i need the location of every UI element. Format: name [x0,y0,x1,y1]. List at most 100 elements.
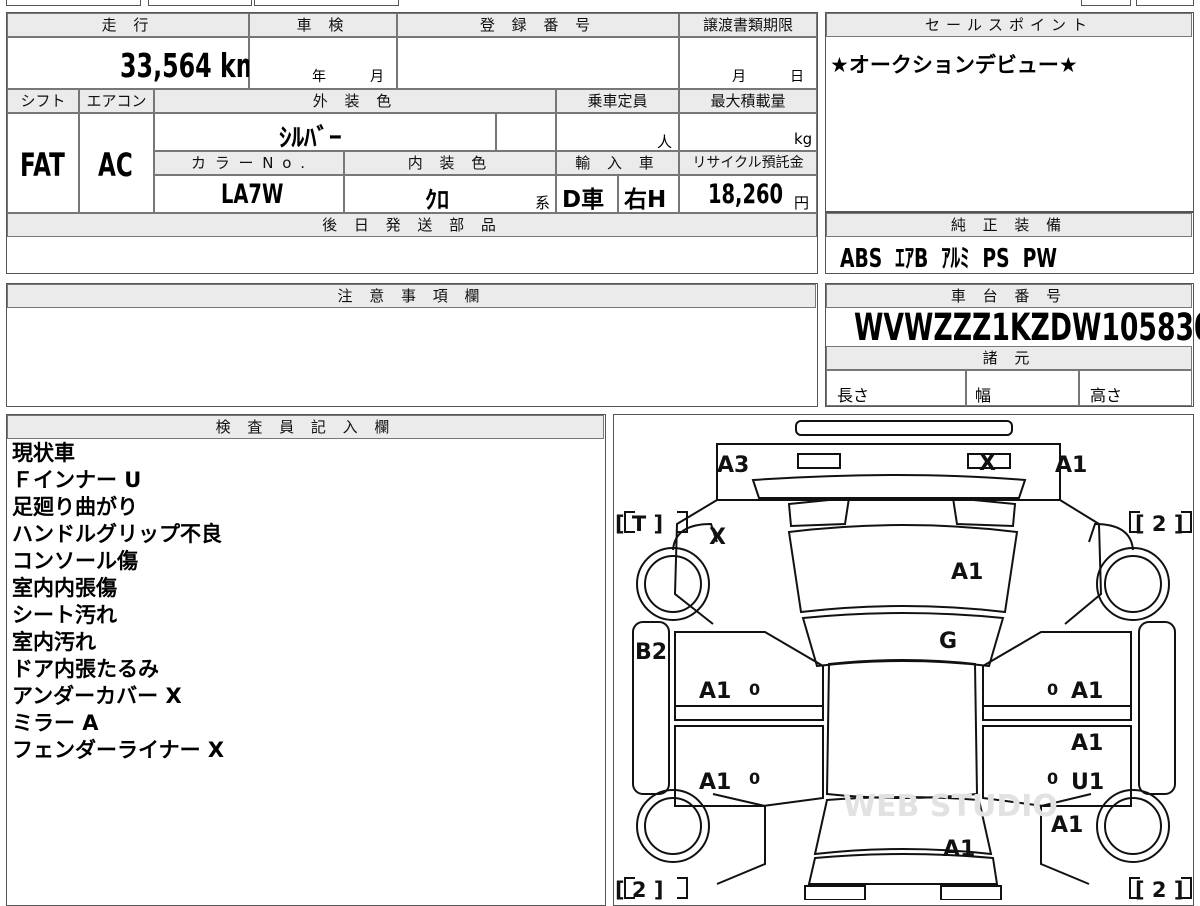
recycle-unit: 円 [794,194,810,212]
max-load-cell: kg [679,113,817,151]
windshield-shape [801,612,1005,668]
recycle-value: 18,260 [708,179,784,210]
capacity-cell: 人 [556,113,679,151]
right-front-door-mark: A1 [1071,679,1103,704]
height-label: 高さ [1090,386,1123,405]
right-sill-shape [1138,621,1176,795]
top-strip [6,0,1194,7]
shaken-label: 車 検 [249,13,397,37]
chassis-block: 車 台 番 号 WVWZZZ1KZDW105830 諸 元 長さ 幅 高さ [825,283,1200,407]
interior-color-cell: ｸﾛ 系 [344,175,556,214]
note-line: 足廻り曲がり [12,495,138,519]
right-rear-door-u-mark: U1 [1071,770,1104,795]
ac-cell: AC [79,113,154,213]
import-value: D車 [562,187,605,213]
hood-mark: A1 [951,560,983,585]
sales-point-text: ★オークションデビュー★ [830,53,1078,77]
interior-color-label: 内 装 色 [344,151,556,175]
shift-value: FAT [20,146,65,184]
shaken-year: 年 [312,69,326,85]
front-panel-shape [716,443,1061,501]
equipment-block: 純 正 装 備 ABS ｴｱB ｱﾙﾐ PS PW [825,212,1194,274]
exterior-color-value: ｼﾙﾊﾞｰ [279,123,342,152]
recycle-label: リサイクル預託金 [679,151,817,175]
front-left-mark: A3 [717,453,749,478]
car-diagram: A3 X A1 [ T ] [ 2 ] [ 2 ] [ 2 ] X A1 G B… [615,420,1192,900]
left-side-mark: B2 [635,640,667,665]
left-rear-door-mark: A1 [699,770,731,795]
shift-label: シフト [7,89,79,113]
handle-value: 右H [624,187,667,213]
tire-rear-right-mark: [ 2 ] [1135,878,1183,900]
sales-point-label: セールスポイント [826,13,1192,37]
ac-value: AC [98,146,133,184]
equipment-items: ABS ｴｱB ｱﾙﾐ PS PW [840,244,1058,274]
left-fender-mark: X [709,525,726,550]
front-left-light [797,453,841,469]
mileage-cell: 33,564 km [7,37,261,89]
deadline-day: 日 [790,69,804,85]
interior-color-value: ｸﾛ [425,186,449,214]
exterior-color-cell: ｼﾙﾊﾞｰ [154,113,496,152]
chassis-label: 車 台 番 号 [826,284,1192,308]
width-cell: 幅 [966,370,1079,406]
import-label: 輸 入 車 [556,151,679,175]
inspector-label: 検 査 員 記 入 欄 [7,415,604,439]
shift-cell: FAT [7,113,79,213]
note-line: ドア内張たるみ [12,657,159,681]
roof-shape [825,659,979,799]
vehicle-info-block: 走 行 車 検 登 録 番 号 譲渡書類期限 33,564 km 年 月 月 日… [6,12,818,274]
note-line: Ｆインナー U [12,468,142,492]
windshield-mark: G [939,629,957,654]
length-cell: 長さ [826,370,966,406]
mileage-value: 33,564 km [120,46,261,85]
zero-mark: 0 [1047,769,1058,788]
watermark: WEB STUDIO [843,789,1058,824]
capacity-label: 乗車定員 [556,89,679,113]
caution-label: 注 意 事 項 欄 [7,284,816,308]
caution-block: 注 意 事 項 欄 [6,283,818,407]
max-load-label: 最大積載量 [679,89,817,113]
registration-cell [397,37,679,89]
color-no-cell: LA7W [154,175,344,213]
height-cell: 高さ [1079,370,1192,406]
handle-cell: 右H [618,175,679,213]
later-parts-label: 後 日 発 送 部 品 [7,213,817,237]
chassis-number: WVWZZZ1KZDW105830 [854,306,1200,349]
capacity-unit: 人 [657,133,673,151]
registration-label: 登 録 番 号 [397,13,679,37]
shaken-month: 月 [370,69,384,85]
import-cell: D車 [556,175,618,213]
note-line: フェンダーライナー X [12,738,225,762]
color-no-value: LA7W [221,179,284,210]
note-line: アンダーカバー X [12,684,182,708]
transfer-deadline-label: 譲渡書類期限 [679,13,817,37]
front-center-mark: X [979,451,996,476]
note-line: ハンドルグリップ不良 [12,522,222,546]
equipment-label: 純 正 装 備 [826,213,1192,237]
dimensions-label: 諸 元 [826,346,1192,370]
zero-mark: 0 [1047,680,1058,699]
front-bumper-shape [795,420,1013,436]
tire-front-right-mark: [ 2 ] [1135,512,1183,536]
mileage-label: 走 行 [7,13,249,37]
exterior-color-label: 外 装 色 [154,89,556,113]
deadline-month: 月 [732,69,746,85]
tire-front-left-mark: [ T ] [615,512,663,536]
later-parts-cell [7,237,817,273]
note-line: シート汚れ [12,603,117,627]
shaken-cell: 年 月 [249,37,397,89]
note-line: コンソール傷 [12,549,138,573]
right-rear-door-a-mark: A1 [1071,731,1103,756]
note-line: 現状車 [12,441,75,465]
ac-label: エアコン [79,89,154,113]
note-line: ミラー A [12,711,99,735]
tire-rear-left-mark: [ 2 ] [615,878,663,900]
left-rear-door-shape [674,725,824,807]
note-line: 室内汚れ [12,630,96,654]
exterior-color-extra [496,113,556,151]
sales-point-block: セールスポイント ★オークションデビュー★ [825,12,1194,212]
zero-mark: 0 [749,769,760,788]
zero-mark: 0 [749,680,760,699]
load-unit: kg [794,130,813,148]
